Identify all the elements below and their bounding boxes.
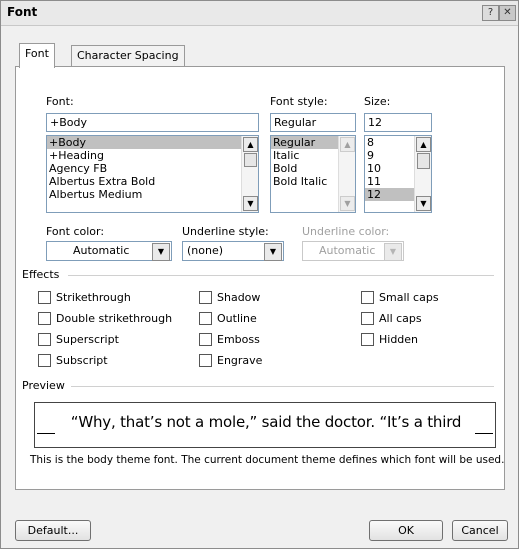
cancel-button[interactable]: Cancel (452, 520, 508, 541)
underline-style-dropdown[interactable]: (none) ▼ (182, 241, 284, 261)
preview-baseline-left (37, 433, 55, 434)
chevron-down-icon[interactable]: ▼ (152, 243, 170, 261)
chevron-down-icon[interactable]: ▼ (264, 243, 282, 261)
list-item[interactable]: Albertus Extra Bold (47, 175, 258, 188)
preview-baseline-right (475, 433, 493, 434)
font-style-label: Font style: (270, 95, 328, 108)
strikethrough-label[interactable]: Strikethrough (56, 291, 131, 304)
scroll-thumb[interactable] (244, 153, 257, 167)
title-bar: Font ? ✕ (1, 1, 518, 26)
list-item[interactable]: +Heading (47, 149, 258, 162)
cancel-button-label: Cancel (461, 524, 499, 537)
font-color-dropdown[interactable]: Automatic ▼ (46, 241, 172, 261)
subscript-checkbox[interactable] (38, 354, 51, 367)
underline-color-label: Underline color: (302, 225, 390, 238)
chevron-down-icon: ▼ (384, 243, 402, 261)
style-list-scrollbar: ▲ ▼ (338, 136, 355, 212)
default-button-label: Default... (27, 524, 79, 537)
emboss-label[interactable]: Emboss (217, 333, 260, 346)
shadow-label[interactable]: Shadow (217, 291, 260, 304)
help-icon[interactable]: ? (482, 5, 499, 21)
superscript-label[interactable]: Superscript (56, 333, 119, 346)
preview-sample-text: “Why, that’s not a mole,” said the docto… (70, 413, 462, 431)
strikethrough-checkbox[interactable] (38, 291, 51, 304)
default-button[interactable]: Default... (15, 520, 91, 541)
scroll-thumb[interactable] (417, 153, 430, 169)
emboss-checkbox[interactable] (199, 333, 212, 346)
subscript-label[interactable]: Subscript (56, 354, 108, 367)
tab-font[interactable]: Font (19, 43, 55, 68)
tab-font-label: Font (25, 47, 49, 60)
outline-label[interactable]: Outline (217, 312, 257, 325)
all-caps-checkbox[interactable] (361, 312, 374, 325)
divider (71, 386, 494, 387)
list-item[interactable]: Albertus Medium (47, 188, 258, 201)
font-name-list[interactable]: +Body +Heading Agency FB Albertus Extra … (46, 135, 259, 213)
small-caps-label[interactable]: Small caps (379, 291, 439, 304)
outline-checkbox[interactable] (199, 312, 212, 325)
scroll-down-icon[interactable]: ▼ (243, 196, 258, 211)
preview-description: This is the body theme font. The current… (30, 454, 505, 466)
shadow-checkbox[interactable] (199, 291, 212, 304)
underline-color-value: Automatic (319, 244, 376, 257)
preview-box: “Why, that’s not a mole,” said the docto… (34, 402, 496, 448)
size-label: Size: (364, 95, 391, 108)
font-style-list[interactable]: Regular Italic Bold Bold Italic ▲ ▼ (270, 135, 356, 213)
underline-style-value: (none) (187, 244, 224, 257)
engrave-label[interactable]: Engrave (217, 354, 262, 367)
scroll-up-icon[interactable]: ▲ (416, 137, 431, 152)
scroll-up-icon[interactable]: ▲ (243, 137, 258, 152)
size-input[interactable]: 12 (364, 113, 432, 132)
hidden-checkbox[interactable] (361, 333, 374, 346)
effects-legend: Effects (22, 268, 60, 281)
superscript-checkbox[interactable] (38, 333, 51, 346)
hidden-label[interactable]: Hidden (379, 333, 418, 346)
font-style-input[interactable]: Regular (270, 113, 356, 132)
font-dialog: Font ? ✕ Font Character Spacing Font: +B… (0, 0, 519, 549)
size-list[interactable]: 8 9 10 11 12 ▲ ▼ (364, 135, 432, 213)
scroll-down-icon[interactable]: ▼ (416, 196, 431, 211)
list-item[interactable]: +Body (47, 136, 258, 149)
scroll-up-icon: ▲ (340, 137, 355, 152)
all-caps-label[interactable]: All caps (379, 312, 422, 325)
close-icon[interactable]: ✕ (499, 5, 516, 21)
ok-button[interactable]: OK (369, 520, 443, 541)
list-item[interactable]: Agency FB (47, 162, 258, 175)
font-color-label: Font color: (46, 225, 105, 238)
window-title: Font (7, 5, 38, 19)
font-label: Font: (46, 95, 74, 108)
font-color-value: Automatic (73, 244, 130, 257)
divider (68, 275, 494, 276)
tab-character-spacing[interactable]: Character Spacing (71, 45, 185, 67)
preview-legend: Preview (22, 379, 65, 392)
ok-button-label: OK (398, 524, 414, 537)
underline-color-dropdown: Automatic ▼ (302, 241, 404, 261)
tab-panel: Font: +Body +Body +Heading Agency FB Alb… (15, 66, 505, 490)
small-caps-checkbox[interactable] (361, 291, 374, 304)
double-strikethrough-checkbox[interactable] (38, 312, 51, 325)
font-list-scrollbar[interactable]: ▲ ▼ (241, 136, 258, 212)
scroll-down-icon: ▼ (340, 196, 355, 211)
engrave-checkbox[interactable] (199, 354, 212, 367)
double-strikethrough-label[interactable]: Double strikethrough (56, 312, 172, 325)
underline-style-label: Underline style: (182, 225, 269, 238)
font-name-input[interactable]: +Body (46, 113, 259, 132)
size-list-scrollbar[interactable]: ▲ ▼ (414, 136, 431, 212)
tab-character-spacing-label: Character Spacing (77, 49, 179, 62)
